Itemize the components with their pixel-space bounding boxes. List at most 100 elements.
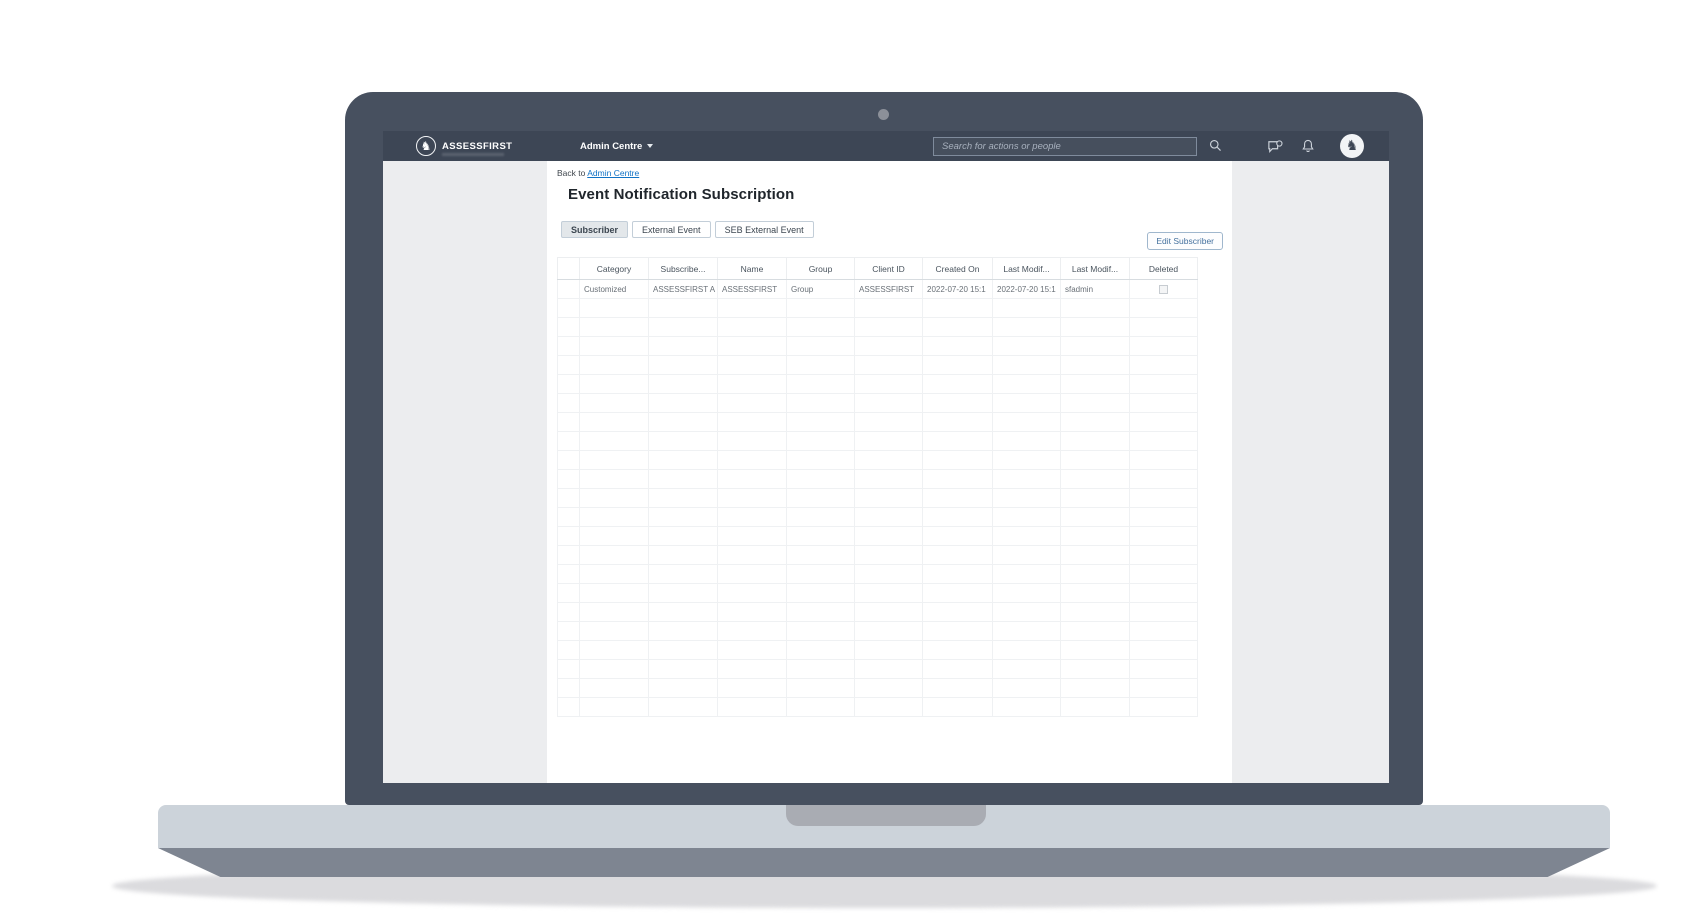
empty-cell xyxy=(923,698,993,717)
bell-icon[interactable] xyxy=(1302,139,1314,153)
empty-cell xyxy=(580,299,649,318)
empty-cell xyxy=(993,432,1061,451)
empty-cell xyxy=(855,546,923,565)
empty-cell xyxy=(787,565,855,584)
edit-subscriber-button[interactable]: Edit Subscriber xyxy=(1147,232,1223,250)
row-selector-cell xyxy=(558,280,580,299)
table-empty-row xyxy=(558,546,1198,565)
empty-cell xyxy=(787,470,855,489)
empty-cell xyxy=(718,603,787,622)
empty-cell xyxy=(558,299,580,318)
empty-cell xyxy=(1130,641,1198,660)
empty-cell xyxy=(558,546,580,565)
empty-cell xyxy=(993,394,1061,413)
empty-cell xyxy=(1061,451,1130,470)
empty-cell xyxy=(923,508,993,527)
table-empty-row xyxy=(558,679,1198,698)
empty-cell xyxy=(787,622,855,641)
empty-cell xyxy=(855,451,923,470)
empty-cell xyxy=(1130,679,1198,698)
col-last-modified-by: Last Modif... xyxy=(1061,258,1130,280)
app-screen: ♞ ASSESSFIRST Admin Centre xyxy=(383,131,1389,783)
empty-cell xyxy=(718,299,787,318)
empty-cell xyxy=(855,679,923,698)
search-icon[interactable] xyxy=(1209,139,1222,152)
empty-cell xyxy=(923,451,993,470)
empty-cell xyxy=(1061,679,1130,698)
empty-cell xyxy=(558,584,580,603)
table-empty-row xyxy=(558,394,1198,413)
module-menu[interactable]: Admin Centre xyxy=(580,131,653,161)
empty-cell xyxy=(1130,413,1198,432)
empty-cell xyxy=(1130,527,1198,546)
empty-cell xyxy=(580,622,649,641)
empty-cell xyxy=(580,660,649,679)
empty-cell xyxy=(558,413,580,432)
col-category: Category xyxy=(580,258,649,280)
empty-cell xyxy=(1061,565,1130,584)
profile-avatar[interactable]: ♞ xyxy=(1340,134,1364,158)
empty-cell xyxy=(855,337,923,356)
empty-cell xyxy=(923,318,993,337)
empty-cell xyxy=(923,394,993,413)
empty-cell xyxy=(1061,356,1130,375)
avatar-horse-glyph: ♞ xyxy=(1346,139,1359,153)
module-menu-label: Admin Centre xyxy=(580,141,642,152)
empty-cell xyxy=(649,451,718,470)
empty-cell xyxy=(993,451,1061,470)
table-empty-row xyxy=(558,299,1198,318)
table-empty-row xyxy=(558,356,1198,375)
empty-cell xyxy=(649,546,718,565)
tab-external-event[interactable]: External Event xyxy=(632,221,711,238)
empty-cell xyxy=(718,660,787,679)
empty-cell xyxy=(855,470,923,489)
empty-cell xyxy=(718,470,787,489)
cell-deleted xyxy=(1130,280,1198,299)
empty-cell xyxy=(649,527,718,546)
empty-cell xyxy=(787,603,855,622)
tab-seb-external-event[interactable]: SEB External Event xyxy=(715,221,814,238)
empty-cell xyxy=(787,318,855,337)
empty-cell xyxy=(787,584,855,603)
laptop-base-notch xyxy=(786,805,986,826)
empty-cell xyxy=(649,660,718,679)
cell-name: ASSESSFIRST xyxy=(718,280,787,299)
search-input[interactable] xyxy=(933,137,1197,156)
empty-cell xyxy=(1130,565,1198,584)
admin-centre-link[interactable]: Admin Centre xyxy=(587,168,639,178)
empty-cell xyxy=(558,508,580,527)
empty-cell xyxy=(580,584,649,603)
cell-client-id: ASSESSFIRST xyxy=(855,280,923,299)
empty-cell xyxy=(787,451,855,470)
table-row[interactable]: Customized ASSESSFIRST A ASSESSFIRST Gro… xyxy=(558,280,1198,299)
empty-cell xyxy=(649,432,718,451)
empty-cell xyxy=(993,698,1061,717)
empty-cell xyxy=(580,432,649,451)
empty-cell xyxy=(718,375,787,394)
table-empty-row xyxy=(558,698,1198,717)
empty-cell xyxy=(993,356,1061,375)
empty-cell xyxy=(580,375,649,394)
empty-cell xyxy=(1061,318,1130,337)
table-empty-row xyxy=(558,565,1198,584)
empty-cell xyxy=(923,641,993,660)
empty-cell xyxy=(923,565,993,584)
tab-subscriber[interactable]: Subscriber xyxy=(561,221,628,238)
empty-cell xyxy=(787,299,855,318)
empty-cell xyxy=(580,470,649,489)
empty-cell xyxy=(1061,622,1130,641)
table-empty-row xyxy=(558,451,1198,470)
empty-cell xyxy=(1130,698,1198,717)
col-selector xyxy=(558,258,580,280)
empty-cell xyxy=(580,413,649,432)
global-search xyxy=(933,136,1197,155)
empty-cell xyxy=(580,508,649,527)
empty-cell xyxy=(718,489,787,508)
empty-cell xyxy=(1061,641,1130,660)
empty-cell xyxy=(923,603,993,622)
empty-cell xyxy=(787,413,855,432)
chat-badge-icon[interactable] xyxy=(1267,140,1283,154)
logo-horse-glyph: ♞ xyxy=(421,140,432,152)
empty-cell xyxy=(558,432,580,451)
empty-cell xyxy=(993,527,1061,546)
